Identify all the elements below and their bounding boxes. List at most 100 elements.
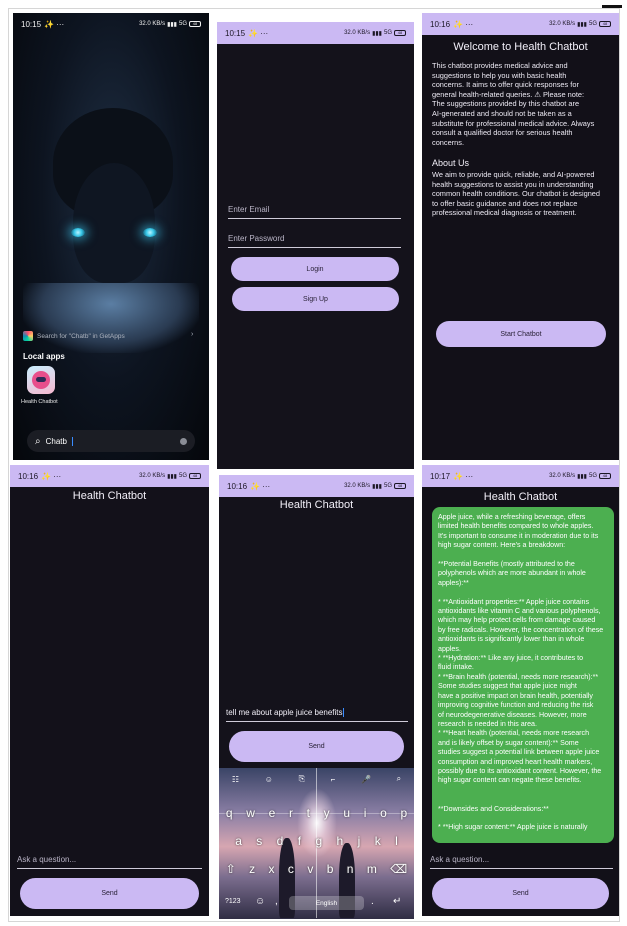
intro-line: suggestions to help you with basic healt…: [432, 70, 567, 80]
keyboard-settings-icon[interactable]: ⌐: [331, 775, 336, 784]
signal-icon: ▮▮▮: [577, 473, 587, 480]
about-line: common health conditions. Our chatbot is…: [432, 189, 601, 199]
key[interactable]: b: [327, 862, 334, 876]
response-line: Some studies suggest that apple juice mi…: [438, 682, 577, 691]
signal-icon: ▮▮▮: [577, 21, 587, 28]
period-key[interactable]: .: [371, 896, 374, 907]
wallpaper-right-eye: [143, 228, 157, 237]
status-notification-icons: ✨ ···: [41, 471, 62, 481]
keyboard-search-icon[interactable]: ⌕: [397, 774, 401, 784]
response-line: improving cognitive function and reducin…: [438, 701, 594, 710]
battery-icon: 48: [189, 473, 201, 479]
response-line: research is needed in this area.: [438, 719, 537, 728]
clear-icon[interactable]: [180, 437, 187, 445]
signup-button[interactable]: Sign Up: [232, 287, 399, 311]
question-input[interactable]: tell me about apple juice benefits: [226, 708, 408, 723]
keyboard-clipboard-icon[interactable]: ⎘: [299, 774, 305, 784]
space-key-label: English: [315, 899, 338, 907]
soft-keyboard[interactable]: ☷ ☺ ⎘ ⌐ 🎤 ⌕ q w e r t y u i o p a s d f …: [219, 768, 414, 919]
key[interactable]: d: [277, 834, 284, 848]
intro-line: The suggestions provided by this chatbot…: [432, 99, 580, 109]
about-heading: About Us: [432, 158, 470, 168]
intro-line: general health-related queries. ⚠ Please…: [432, 89, 585, 99]
health-chatbot-app-icon[interactable]: [27, 366, 55, 394]
network-type: 5G: [383, 483, 392, 489]
signal-icon: ▮▮▮: [372, 30, 382, 37]
network-type: 5G: [588, 473, 597, 479]
wallpaper-face: [73, 163, 155, 283]
key[interactable]: a: [235, 834, 242, 848]
space-key[interactable]: English: [289, 896, 364, 910]
key[interactable]: p: [400, 806, 407, 820]
password-field[interactable]: Enter Password: [228, 234, 401, 248]
chat-title: Health Chatbot: [483, 491, 558, 503]
keyboard-emoji-icon[interactable]: ☺: [265, 775, 273, 784]
key[interactable]: i: [364, 806, 367, 820]
key[interactable]: y: [324, 806, 330, 820]
intro-line: AI-generated and should not be taken as …: [432, 108, 572, 118]
key[interactable]: s: [256, 834, 262, 848]
email-field[interactable]: Enter Email: [228, 205, 401, 219]
keyboard-row-1: q w e r t y u i o p: [219, 806, 414, 820]
key[interactable]: x: [269, 862, 275, 876]
net-speed: 32.0 KB/s: [549, 21, 576, 27]
local-apps-heading: Local apps: [23, 352, 65, 361]
response-line: limited health benefits compared to whol…: [438, 522, 594, 531]
key[interactable]: n: [347, 862, 354, 876]
start-chatbot-button[interactable]: Start Chatbot: [436, 321, 606, 347]
key[interactable]: m: [367, 862, 377, 876]
getapps-icon: [23, 331, 33, 341]
response-blank-line: [438, 795, 608, 804]
intro-text: This chatbot provides medical advice and…: [432, 61, 614, 147]
getapps-suggestion[interactable]: Search for "Chatb" in GetApps: [23, 331, 125, 341]
chevron-right-icon: ›: [191, 331, 194, 338]
chat-title: Health Chatbot: [72, 490, 147, 502]
response-blank-line: [438, 551, 608, 560]
keyboard-grid-icon[interactable]: ☷: [232, 775, 239, 784]
comma-key[interactable]: ,: [275, 896, 278, 907]
question-input[interactable]: Ask a question...: [430, 855, 613, 869]
key[interactable]: v: [307, 862, 313, 876]
launcher-search-input[interactable]: ⌕ Chatb: [27, 430, 195, 452]
question-input[interactable]: Ask a question...: [17, 855, 202, 869]
key[interactable]: z: [249, 862, 255, 876]
key[interactable]: g: [315, 834, 322, 848]
status-time: 10:15: [225, 28, 246, 38]
key[interactable]: k: [375, 834, 381, 848]
send-button[interactable]: Send: [229, 731, 404, 762]
emoji-key[interactable]: ☺: [255, 896, 265, 907]
key[interactable]: h: [337, 834, 344, 848]
key[interactable]: o: [380, 806, 387, 820]
phone-welcome: 10:16 ✨ ··· 32.0 KB/s ▮▮▮ 5G 48 Welcome to H…: [422, 13, 619, 460]
send-button[interactable]: Send: [20, 878, 199, 909]
backspace-key[interactable]: ⌫: [390, 862, 407, 876]
key[interactable]: j: [358, 834, 361, 848]
network-type: 5G: [178, 473, 187, 479]
robot-icon: [32, 371, 50, 389]
key[interactable]: l: [395, 834, 398, 848]
key[interactable]: w: [246, 806, 255, 820]
symbols-key[interactable]: ?123: [225, 898, 241, 905]
key[interactable]: f: [298, 834, 301, 848]
key[interactable]: u: [343, 806, 350, 820]
enter-key[interactable]: ↵: [393, 896, 401, 907]
response-line: possibly due to its antioxidant content.…: [438, 766, 602, 775]
keyboard-mic-icon[interactable]: 🎤: [361, 775, 371, 784]
response-blank-line: [438, 588, 608, 597]
response-line: It's important to consume it in moderati…: [438, 531, 599, 540]
response-line: * **High sugar content:** Apple juice is…: [438, 823, 588, 832]
send-button[interactable]: Send: [432, 878, 609, 909]
phone-typing: 10:16 ✨ ··· 32.0 KB/s ▮▮▮ 5G 48 Health Chatb…: [219, 475, 414, 919]
key[interactable]: c: [288, 862, 294, 876]
key[interactable]: r: [289, 806, 293, 820]
key[interactable]: q: [226, 806, 233, 820]
about-line: to offer basic guidance and does not rep…: [432, 198, 578, 208]
response-line: and is likely offset by sugar content):*…: [438, 738, 579, 747]
net-speed: 32.0 KB/s: [139, 21, 166, 27]
response-line: apples):**: [438, 578, 469, 587]
key[interactable]: e: [269, 806, 276, 820]
key[interactable]: t: [307, 806, 310, 820]
login-button[interactable]: Login: [231, 257, 399, 281]
status-bar: 10:16 ✨ ··· 32.0 KB/s ▮▮▮ 5G 48: [422, 13, 619, 35]
shift-key[interactable]: ⇧: [226, 862, 236, 876]
